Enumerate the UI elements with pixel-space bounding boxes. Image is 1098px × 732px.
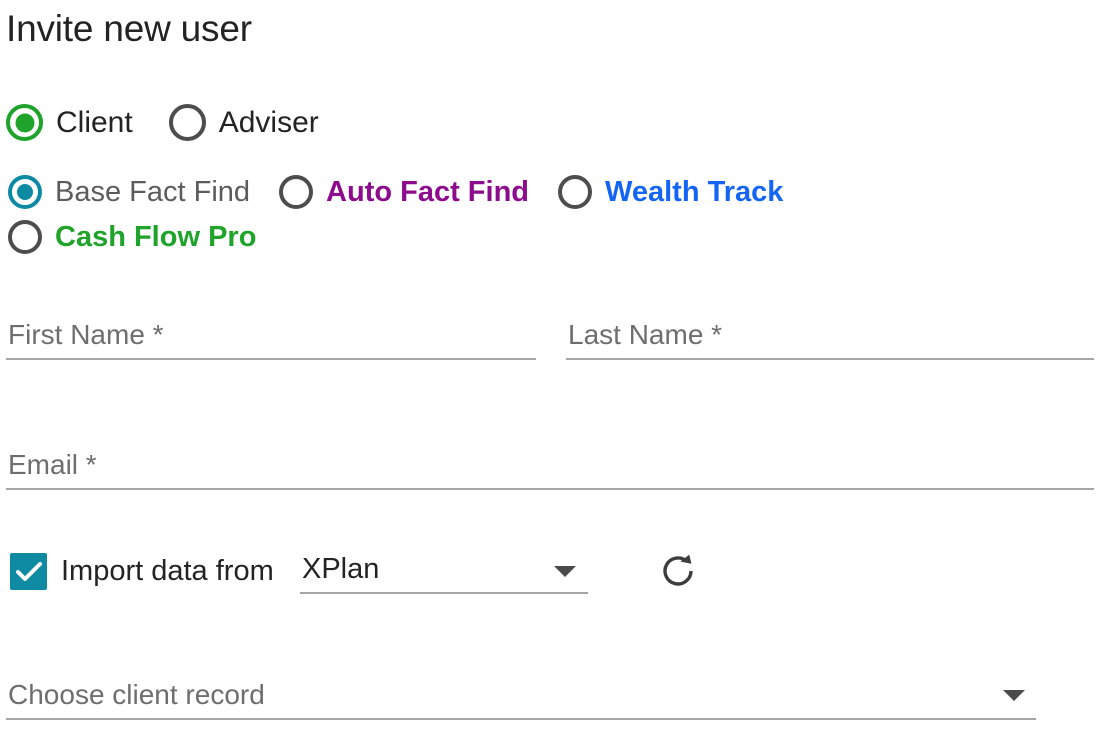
radio-cash-flow-pro-indicator[interactable] [8,220,42,254]
radio-option-cash-flow-pro[interactable]: Cash Flow Pro [8,220,256,254]
radio-option-base-fact-find[interactable]: Base Fact Find [8,175,250,209]
radio-cash-flow-pro-label: Cash Flow Pro [55,221,257,253]
chevron-down-icon[interactable] [554,566,576,577]
client-record-select[interactable]: Choose client record [6,672,1036,720]
first-name-underline [6,358,536,360]
radio-option-wealth-track[interactable]: Wealth Track [558,175,783,209]
last-name-underline [566,358,1094,360]
radio-wealth-track-label: Wealth Track [605,176,784,208]
radio-option-auto-fact-find[interactable]: Auto Fact Find [279,175,529,209]
product-radio-group-row2: Cash Flow Pro [8,220,256,254]
radio-client-label: Client [56,105,133,139]
refresh-icon-glyph [663,554,693,586]
radio-adviser-label: Adviser [218,105,319,139]
radio-adviser-indicator[interactable] [168,104,206,141]
import-source-select[interactable]: XPlan [300,548,588,594]
last-name-field[interactable]: Last Name * [566,312,1094,360]
radio-wealth-track-indicator[interactable] [558,175,593,209]
client-record-underline [6,718,1036,720]
last-name-placeholder: Last Name * [568,319,723,350]
import-source-underline [300,592,588,594]
first-name-placeholder: First Name * [8,319,164,350]
radio-base-fact-find-label: Base Fact Find [55,176,251,208]
import-data-label: Import data from [61,555,274,587]
user-type-radio-group: Client Adviser [6,104,319,141]
import-source-value: XPlan [302,553,380,585]
radio-auto-fact-find-label: Auto Fact Find [326,176,530,208]
email-underline [6,488,1094,490]
invite-new-user-form: Invite new user Client Adviser Base Fact… [0,0,1098,732]
radio-auto-fact-find-indicator[interactable] [279,175,314,209]
product-radio-group-row1: Base Fact Find Auto Fact Find Wealth Tra… [8,175,783,209]
page-title: Invite new user [6,8,252,49]
refresh-icon[interactable] [658,551,698,591]
email-field[interactable]: Email * [6,442,1094,490]
client-record-placeholder: Choose client record [8,679,265,710]
check-icon [15,561,42,581]
radio-option-client[interactable]: Client [6,104,133,141]
import-data-checkbox[interactable] [10,553,47,590]
first-name-field[interactable]: First Name * [6,312,536,360]
chevron-down-icon[interactable] [1003,690,1025,701]
radio-base-fact-find-indicator[interactable] [8,175,42,209]
email-placeholder: Email * [8,449,97,480]
radio-option-adviser[interactable]: Adviser [168,104,319,141]
radio-client-indicator[interactable] [6,104,43,141]
